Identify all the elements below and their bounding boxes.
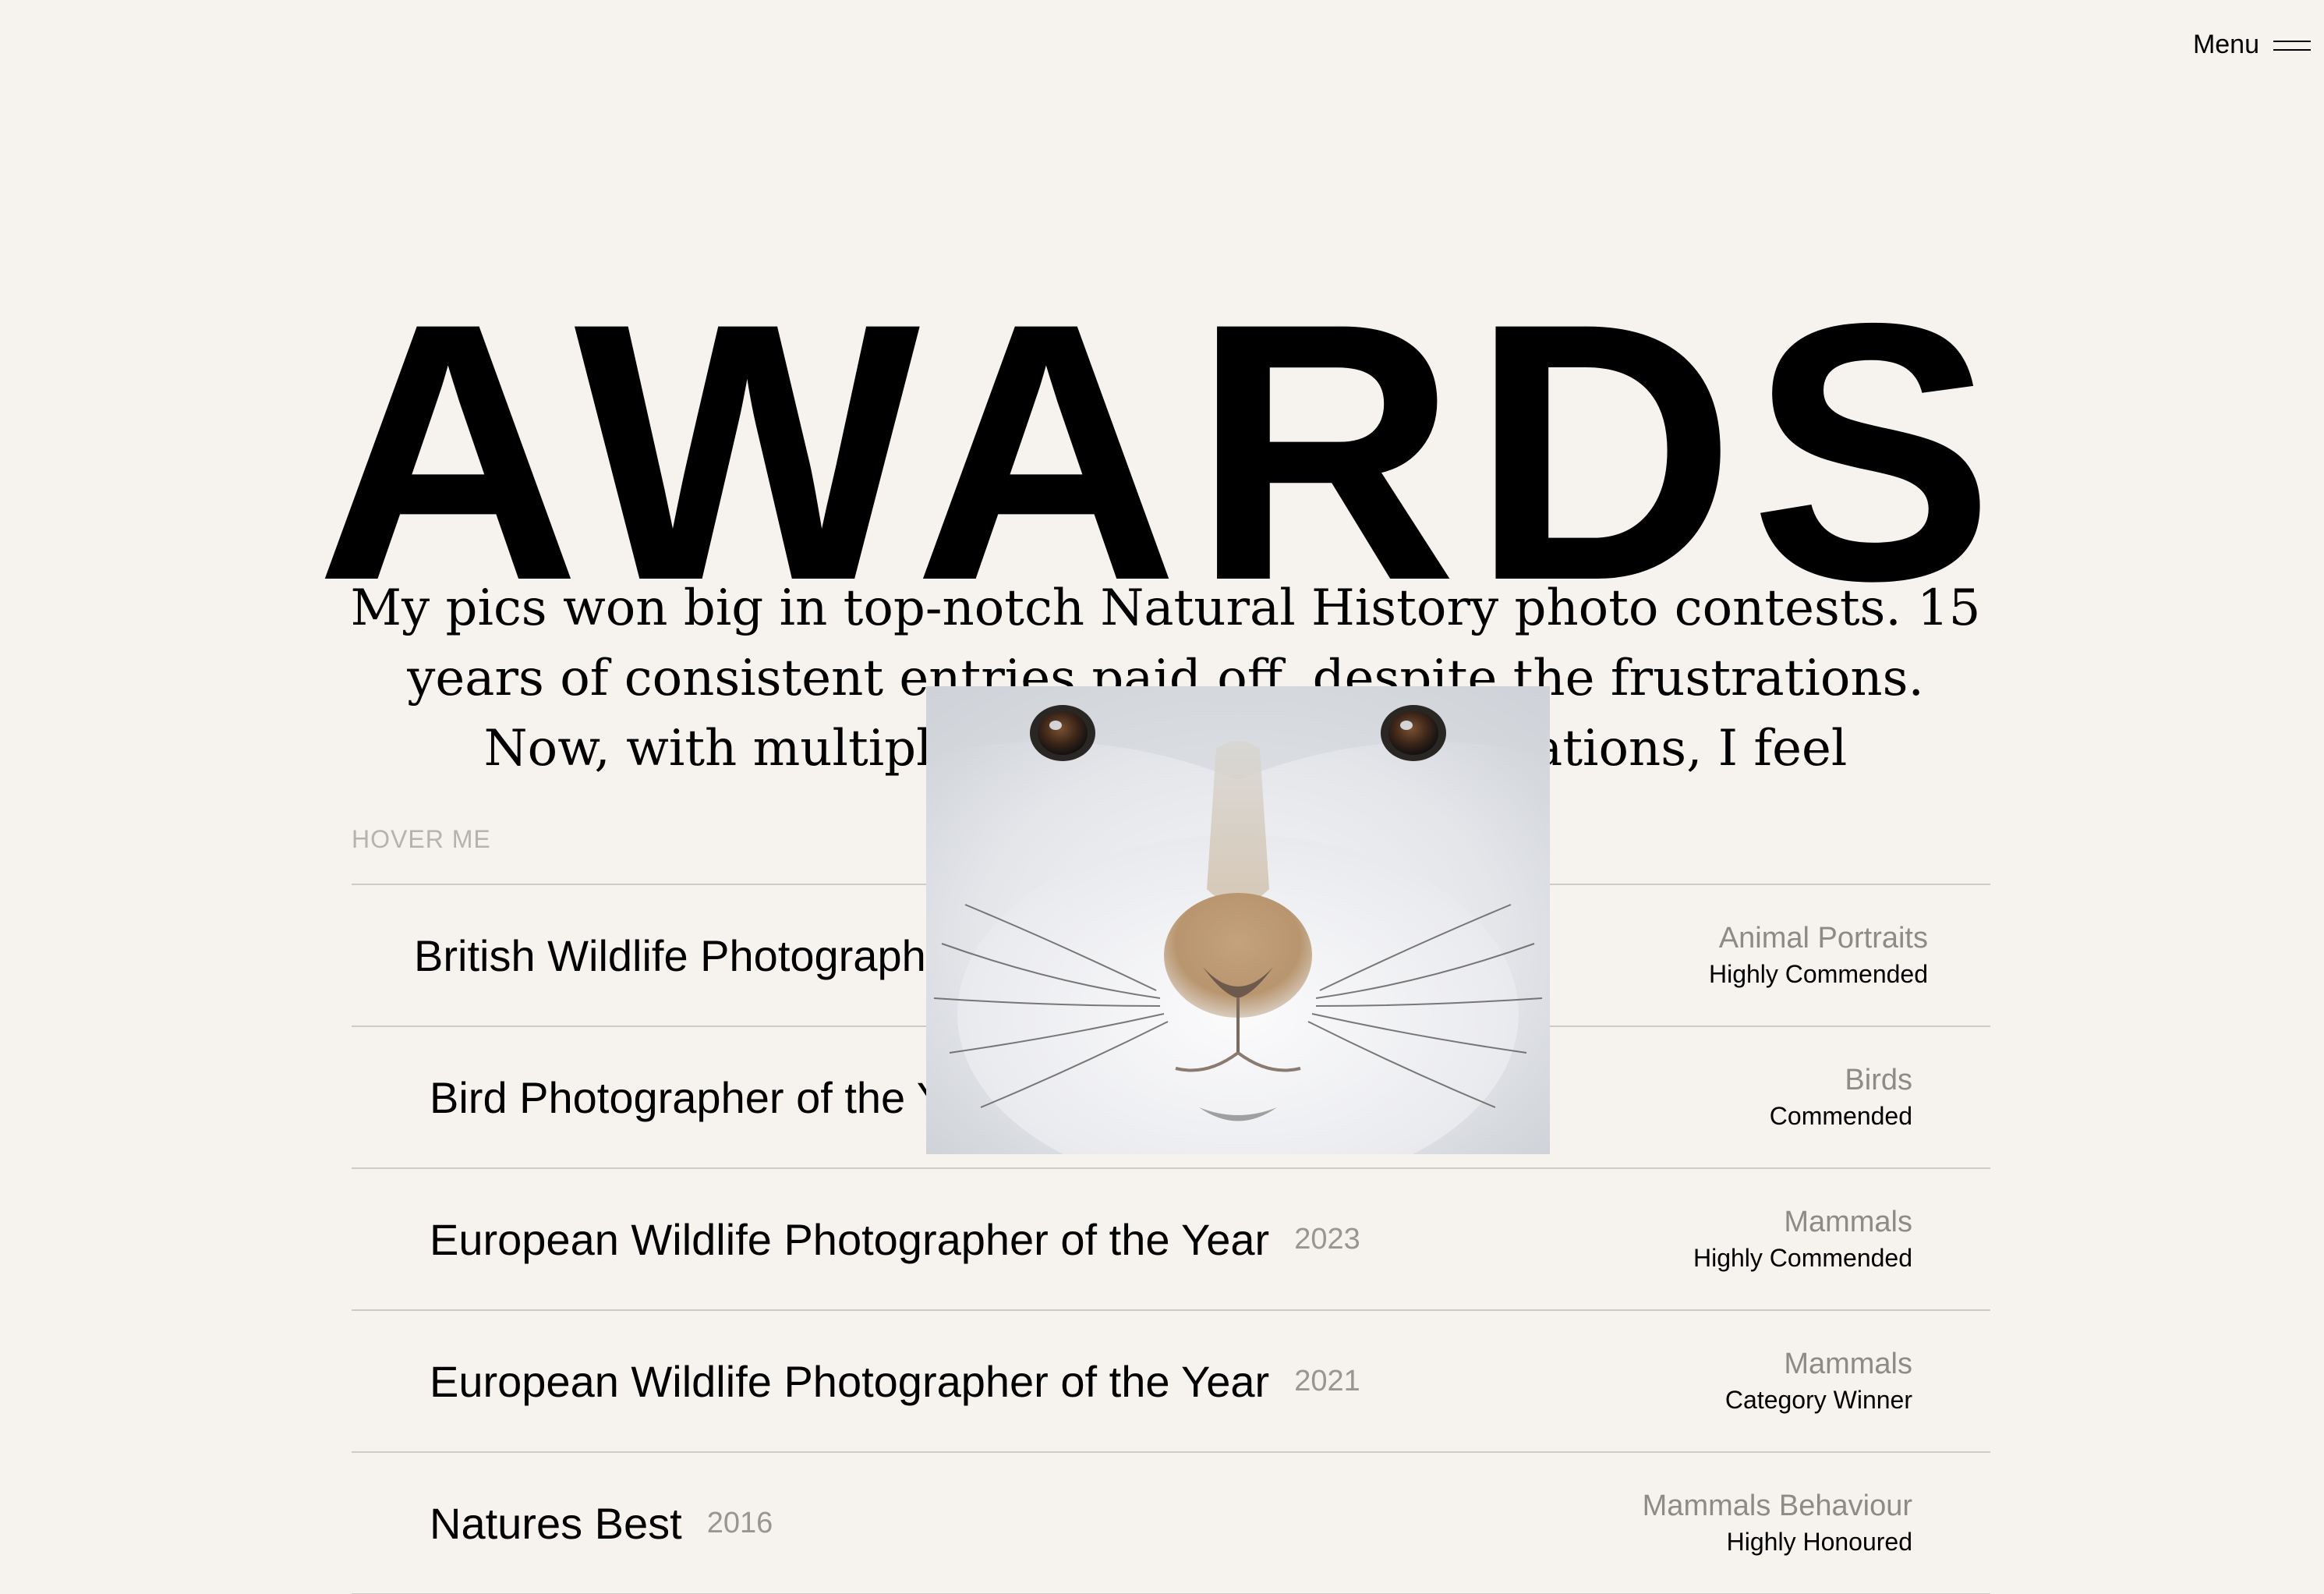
award-name: European Wildlife Photographer of the Ye… xyxy=(430,1214,1270,1264)
award-year: 2016 xyxy=(706,1506,773,1539)
award-row[interactable]: Natures Best 2016 Mammals Behaviour High… xyxy=(352,1453,1990,1594)
hover-hint: HOVER ME xyxy=(352,825,491,853)
award-result: Highly Commended xyxy=(1708,960,1928,988)
award-name: Natures Best xyxy=(430,1498,682,1548)
award-category: Mammals xyxy=(1784,1206,1912,1238)
right-eye xyxy=(1381,705,1446,761)
award-year: 2021 xyxy=(1294,1364,1360,1397)
award-result: Highly Honoured xyxy=(1726,1528,1912,1556)
award-year: 2023 xyxy=(1294,1222,1360,1256)
award-name: European Wildlife Photographer of the Ye… xyxy=(430,1356,1270,1406)
award-hover-preview-image xyxy=(926,686,1550,1154)
award-name: Bird Photographer of the Year xyxy=(430,1072,1005,1122)
award-result: Category Winner xyxy=(1724,1386,1912,1414)
awards-page: Menu AWARDS My pics won big in top-notch… xyxy=(0,0,2324,1594)
award-row[interactable]: European Wildlife Photographer of the Ye… xyxy=(352,1169,1990,1311)
award-category: Mammals Behaviour xyxy=(1642,1490,1912,1522)
award-category: Birds xyxy=(1845,1064,1912,1096)
menu-label: Menu xyxy=(2192,30,2259,59)
award-category: Animal Portraits xyxy=(1718,922,1928,955)
award-category: Mammals xyxy=(1784,1348,1912,1380)
hamburger-icon xyxy=(2273,38,2311,52)
award-row[interactable]: European Wildlife Photographer of the Ye… xyxy=(352,1311,1990,1453)
left-eye xyxy=(1030,705,1095,761)
hare-photo xyxy=(926,686,1550,1154)
menu-button[interactable]: Menu xyxy=(2193,30,2311,60)
award-result: Commended xyxy=(1769,1102,1912,1130)
award-result: Highly Commended xyxy=(1693,1244,1912,1272)
